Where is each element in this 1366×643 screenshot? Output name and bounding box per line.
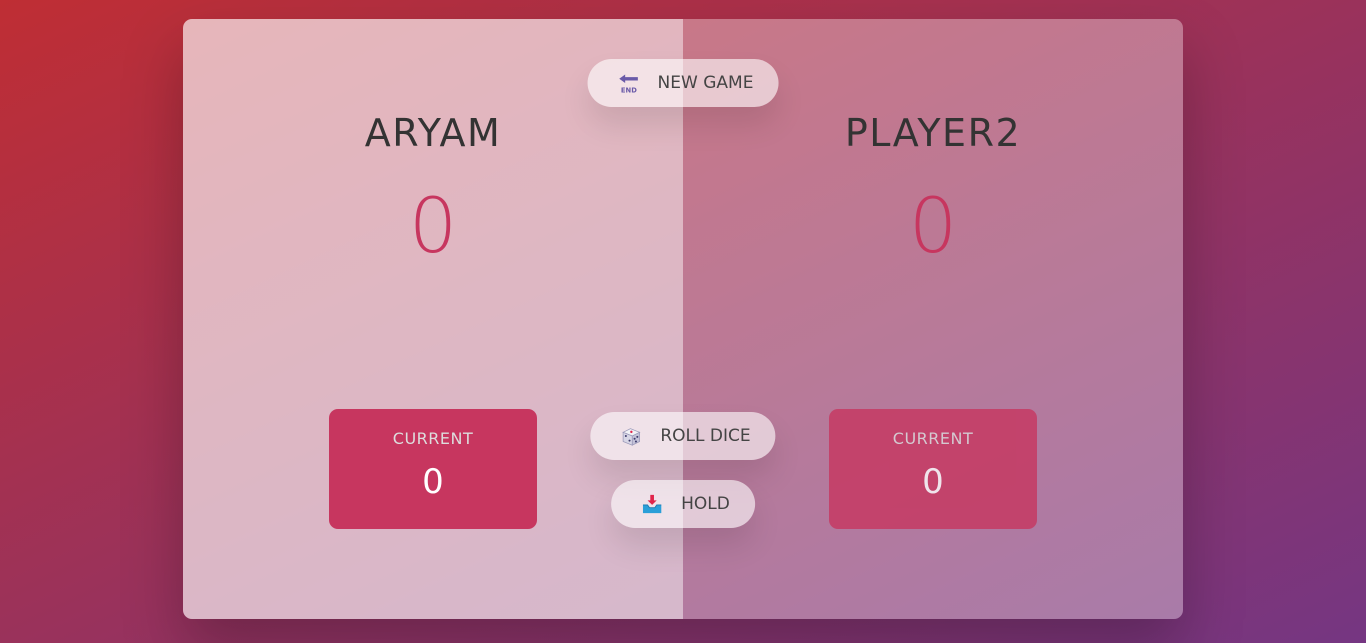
player-2-panel: PLAYER2 0 CURRENT 0 (683, 19, 1183, 619)
new-game-label: NEW GAME (657, 73, 754, 93)
inbox-tray-icon (641, 493, 663, 515)
player-1-name: ARYAM (364, 111, 502, 155)
dice-icon (620, 425, 642, 447)
player-1-current-box: CURRENT 0 (329, 409, 537, 529)
player-1-panel: ARYAM 0 CURRENT 0 (183, 19, 683, 619)
player-2-current-box: CURRENT 0 (829, 409, 1037, 529)
new-game-button[interactable]: END NEW GAME (587, 59, 779, 107)
end-arrow-icon: END (618, 72, 640, 94)
player-2-score: 0 (908, 181, 958, 270)
player-1-score: 0 (408, 181, 458, 270)
game-board: ARYAM 0 CURRENT 0 PLAYER2 0 CURRENT 0 EN… (183, 19, 1183, 619)
player-2-current-score: 0 (922, 462, 944, 502)
player-1-current-label: CURRENT (392, 429, 474, 448)
hold-button[interactable]: HOLD (611, 480, 755, 528)
player-1-current-score: 0 (422, 462, 444, 502)
hold-label: HOLD (681, 494, 730, 514)
roll-dice-button[interactable]: ROLL DICE (590, 412, 776, 460)
svg-text:END: END (621, 86, 637, 94)
player-2-current-label: CURRENT (892, 429, 974, 448)
roll-dice-label: ROLL DICE (660, 426, 751, 446)
player-2-name: PLAYER2 (844, 111, 1022, 155)
